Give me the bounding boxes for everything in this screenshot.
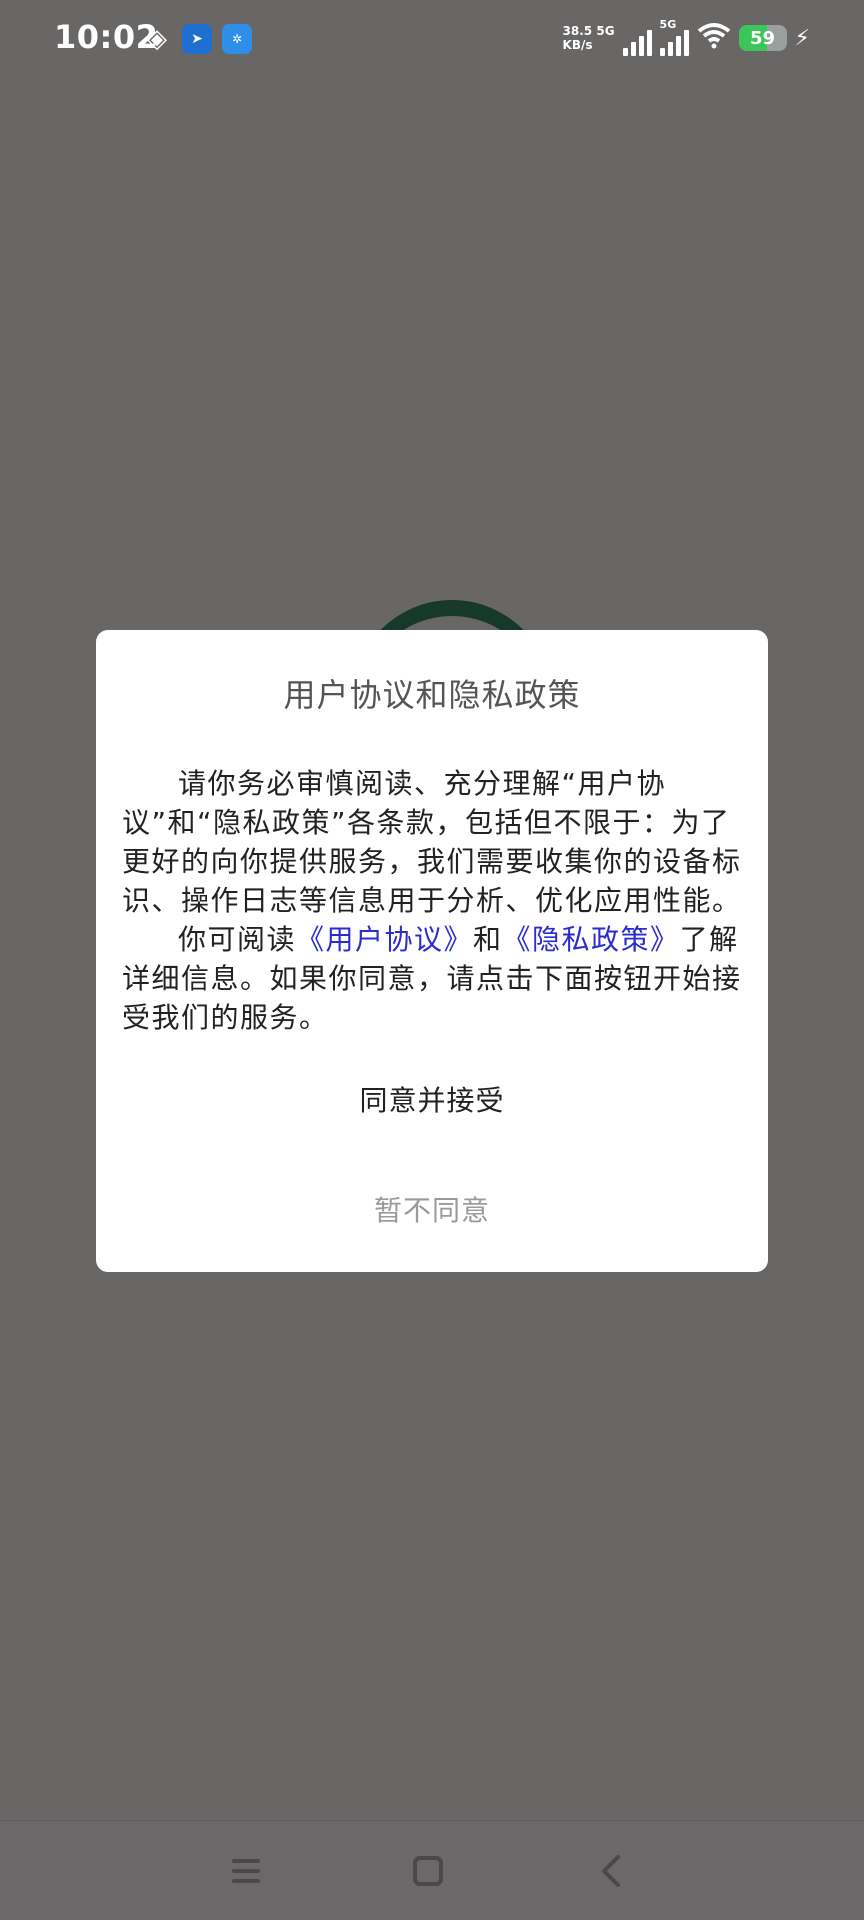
- dialog-paragraph-1: 请你务必审慎阅读、充分理解“用户协议”和“隐私政策”各条款，包括但不限于：为了更…: [122, 767, 742, 917]
- dialog-body: 请你务必审慎阅读、充分理解“用户协议”和“隐私政策”各条款，包括但不限于：为了更…: [122, 764, 742, 1037]
- network-speed: 38.5 5G KB/s: [563, 24, 615, 52]
- user-agreement-link[interactable]: 《用户协议》: [296, 923, 473, 956]
- sim2-signal-label: 5G: [659, 18, 677, 31]
- home-icon[interactable]: [408, 1851, 448, 1891]
- back-icon[interactable]: [592, 1851, 632, 1891]
- paragraph-2-prefix: 你可阅读: [178, 923, 297, 956]
- decline-button[interactable]: 暂不同意: [122, 1189, 742, 1229]
- screen: 10:02 ◈ ➤ ✲ 38.5 5G KB/s 5G 59 ⚡ 用户协议和隐私…: [0, 0, 864, 1920]
- status-bar: 10:02 ◈ ➤ ✲ 38.5 5G KB/s 5G 59 ⚡: [0, 0, 864, 80]
- dialog-paragraph-2: 你可阅读《用户协议》和《隐私政策》了解详细信息。如果你同意，请点击下面按钮开始接…: [122, 920, 742, 1037]
- privacy-policy-dialog: 用户协议和隐私政策 请你务必审慎阅读、充分理解“用户协议”和“隐私政策”各条款，…: [96, 630, 768, 1272]
- menu-icon[interactable]: [226, 1851, 266, 1891]
- wifi-icon: [697, 21, 731, 55]
- network-speed-value: 38.5: [562, 24, 593, 38]
- status-right-indicators: 38.5 5G KB/s 5G 59 ⚡: [563, 18, 810, 56]
- paragraph-2-and: 和: [473, 923, 503, 956]
- battery-icon: 59: [738, 25, 787, 51]
- privacy-policy-link[interactable]: 《隐私政策》: [503, 923, 680, 956]
- network-speed-unit: KB/s: [562, 38, 593, 52]
- sim2-signal-icon: 5G: [659, 18, 689, 56]
- blue-arrow-app-icon: ➤: [182, 24, 212, 54]
- accept-button[interactable]: 同意并接受: [122, 1079, 742, 1119]
- notification-icons: ◈ ➤ ✲: [142, 24, 252, 54]
- sim1-signal-icon: [622, 20, 652, 56]
- navigation-bar: [0, 1820, 864, 1920]
- battery-level: 59: [750, 27, 776, 49]
- network-speed-sim-tag: 5G: [596, 24, 615, 38]
- charging-bolt-icon: ⚡: [794, 25, 810, 51]
- tp-link-app-icon: ✲: [222, 24, 252, 54]
- diamond-grid-icon: ◈: [147, 24, 167, 54]
- dialog-title: 用户协议和隐私政策: [283, 676, 581, 714]
